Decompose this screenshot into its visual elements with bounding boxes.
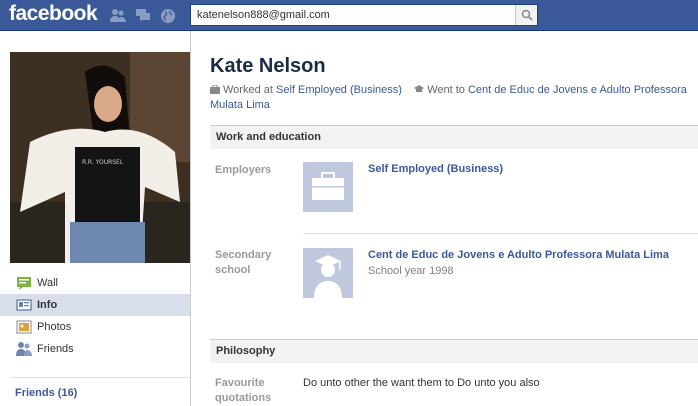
briefcase-icon (210, 85, 220, 94)
label-line: school (215, 264, 251, 276)
nav-label: Info (37, 299, 58, 311)
friends-count-link[interactable]: Friends (16) (15, 387, 77, 399)
profile-picture[interactable]: R.R. YOURSEL (10, 52, 190, 263)
philosophy-heading: Philosophy (210, 339, 698, 363)
nav-item-photos[interactable]: Photos (0, 316, 190, 338)
main-content: Kate Nelson Worked at Self Employed (Bus… (191, 31, 698, 406)
school-year: School year 1998 (368, 265, 454, 277)
school-name-link[interactable]: Cent de Educ de Jovens e Adulto Professo… (368, 249, 669, 261)
employer-thumbnail[interactable] (303, 162, 353, 212)
employers-label: Employers (215, 164, 272, 176)
divider (303, 233, 698, 234)
graduate-silhouette-icon (314, 255, 342, 298)
wall-icon (16, 275, 32, 291)
nav-item-friends[interactable]: Friends (0, 338, 190, 360)
nav-label: Friends (37, 343, 74, 355)
divider (10, 377, 190, 378)
label-line: Favourite (215, 377, 265, 389)
left-column: R.R. YOURSEL Wall Info Photos Friends Fr… (0, 31, 190, 406)
briefcase-icon (312, 172, 344, 200)
nav-label: Wall (37, 277, 58, 289)
label-line: Secondary (215, 249, 272, 261)
nav-item-info[interactable]: Info (0, 294, 190, 316)
svg-text:R.R. YOURSEL: R.R. YOURSEL (82, 159, 124, 166)
employer-name-link[interactable]: Self Employed (Business) (368, 163, 503, 175)
notifications-globe-icon[interactable] (160, 8, 176, 23)
worked-prefix: Worked at (223, 84, 273, 96)
favourite-quotations-label: Favourite quotations (215, 376, 271, 406)
work-education-heading: Work and education (210, 125, 698, 149)
top-bar: facebook katenelson888@gmail.com (0, 0, 698, 31)
photos-icon (16, 319, 32, 335)
nav-label: Photos (37, 321, 72, 333)
secondary-school-label: Secondary school (215, 248, 271, 278)
profile-summary: Worked at Self Employed (Business) Went … (210, 83, 690, 113)
messages-icon[interactable] (135, 8, 151, 23)
friends-icon (16, 341, 32, 357)
school-thumbnail[interactable] (303, 248, 353, 298)
info-icon (16, 297, 32, 313)
profile-nav: Wall Info Photos Friends (0, 272, 190, 360)
nav-item-wall[interactable]: Wall (0, 272, 190, 294)
search-input[interactable]: katenelson888@gmail.com (190, 4, 538, 26)
facebook-logo[interactable]: facebook (9, 2, 98, 26)
search-icon (521, 9, 533, 21)
search-input-value: katenelson888@gmail.com (197, 9, 330, 21)
went-prefix: Went to (427, 84, 465, 96)
favourite-quotation: Do unto other the want them to Do unto y… (303, 377, 540, 389)
search-button[interactable] (515, 5, 537, 25)
profile-name: Kate Nelson (210, 55, 326, 77)
worked-at-link[interactable]: Self Employed (Business) (276, 84, 402, 96)
friend-requests-icon[interactable] (110, 8, 126, 23)
graduation-cap-icon (414, 85, 425, 92)
label-line: quotations (215, 392, 272, 404)
